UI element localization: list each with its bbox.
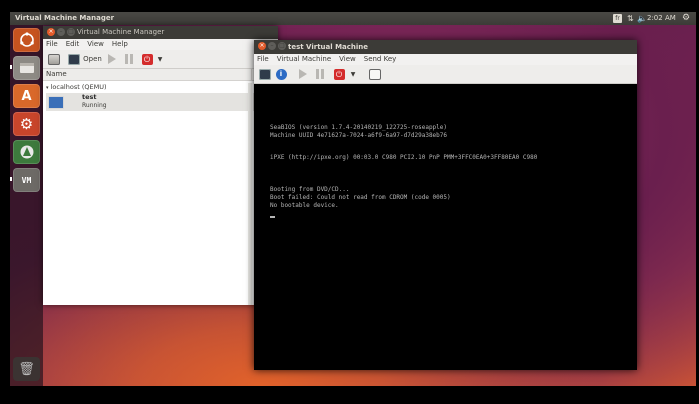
show-console-button[interactable] [258, 68, 272, 80]
pause-icon [125, 54, 133, 64]
minimize-icon[interactable]: – [268, 42, 276, 50]
chevron-down-icon: ▼ [157, 55, 163, 63]
vm-titlebar[interactable]: × – □ test Virtual Machine [254, 40, 637, 54]
menu-file[interactable]: File [46, 39, 58, 50]
vm-menu-virtual-machine[interactable]: Virtual Machine [277, 54, 331, 65]
vm-menubar: File Virtual Machine View Send Key [254, 54, 637, 65]
trash-icon[interactable]: 🗑 [13, 357, 40, 381]
console-line: Booting from DVD/CD... [270, 186, 350, 193]
play-icon [298, 69, 307, 79]
menu-view[interactable]: View [87, 39, 104, 50]
top-panel: Virtual Machine Manager fr ⇅ 🔈 2:02 AM ⚙ [10, 12, 696, 25]
power-icon: ⏻ [141, 53, 153, 65]
vm-window-title: test Virtual Machine [288, 43, 369, 51]
new-vm-button[interactable] [47, 53, 61, 65]
vm-menu-view[interactable]: View [339, 54, 356, 65]
console-line: Boot failed: Could not read from CDROM (… [270, 194, 451, 201]
files-icon[interactable] [13, 56, 40, 80]
console-line: Machine UUID 4e71627a-7024-a6f9-6a97-d7d… [270, 132, 448, 139]
launcher: A ⚙ VM [10, 25, 43, 386]
software-updater-icon[interactable] [13, 140, 40, 164]
column-name[interactable]: Name [46, 69, 67, 80]
virt-manager-icon[interactable]: VM [13, 168, 40, 192]
close-icon[interactable]: × [258, 42, 266, 50]
console-line: iPXE (http://ipxe.org) 00:03.0 C980 PCI2… [270, 154, 538, 161]
vm-list-scrollbar[interactable] [248, 83, 252, 305]
chevron-down-icon: ▼ [350, 70, 356, 78]
minimize-icon[interactable]: – [57, 28, 65, 36]
vmm-toolbar: Open ⏻ ▼ [43, 50, 278, 69]
host-connection-row[interactable]: ▾ localhost (QEMU) [43, 81, 278, 93]
fullscreen-button[interactable] [368, 68, 382, 80]
vmm-titlebar[interactable]: × – □ Virtual Machine Manager [43, 26, 278, 39]
vm-menu-send-key[interactable]: Send Key [364, 54, 397, 65]
show-details-button[interactable]: i [275, 68, 287, 80]
run-button[interactable] [105, 53, 117, 65]
new-vm-icon [48, 53, 60, 65]
keyboard-layout-indicator[interactable]: fr [613, 14, 622, 23]
info-icon: i [275, 68, 287, 80]
maximize-icon[interactable]: □ [67, 28, 75, 36]
play-icon [107, 54, 116, 64]
system-menu-gear-icon[interactable]: ⚙ [682, 12, 690, 25]
desktop: Virtual Machine Manager fr ⇅ 🔈 2:02 AM ⚙… [10, 12, 696, 386]
active-app-title: Virtual Machine Manager [15, 14, 115, 22]
pause-icon [316, 69, 324, 79]
console-cursor [270, 216, 275, 218]
vmm-menubar: File Edit View Help [43, 39, 278, 50]
system-settings-icon[interactable]: ⚙ [13, 112, 40, 136]
running-vm-icon [48, 96, 64, 109]
pause-button[interactable] [123, 53, 135, 65]
open-button[interactable]: Open [67, 53, 103, 65]
vm-menu-file[interactable]: File [257, 54, 269, 65]
vm-console-window: × – □ test Virtual Machine File Virtual … [254, 40, 637, 370]
maximize-icon[interactable]: □ [278, 42, 286, 50]
vm-state: Running [82, 102, 107, 109]
software-center-icon[interactable]: A [13, 84, 40, 108]
close-icon[interactable]: × [47, 28, 55, 36]
shutdown-button[interactable]: ⏻ [333, 68, 345, 80]
vmm-window-title: Virtual Machine Manager [77, 28, 165, 36]
dash-home-icon[interactable] [13, 28, 40, 52]
console-line: No bootable device. [270, 202, 339, 209]
shutdown-menu-dropdown[interactable]: ▼ [349, 68, 357, 80]
expander-icon[interactable]: ▾ [46, 85, 49, 91]
monitor-icon [68, 53, 81, 65]
vm-row[interactable]: test Running [46, 93, 248, 111]
vm-toolbar: i ⏻ ▼ [254, 65, 637, 84]
monitor-icon [259, 68, 271, 80]
power-icon: ⏻ [333, 68, 345, 80]
clock[interactable]: 2:02 AM [647, 12, 676, 25]
shutdown-menu-dropdown[interactable]: ▼ [156, 53, 164, 65]
network-icon[interactable]: ⇅ [627, 14, 634, 23]
open-label: Open [83, 55, 102, 63]
vm-list-header: Name CP [43, 69, 278, 81]
volume-icon[interactable]: 🔈 [637, 13, 647, 24]
vm-console-screen[interactable]: SeaBIOS (version 1.7.4-20140219_122725-r… [254, 84, 637, 370]
shutdown-button[interactable]: ⏻ [141, 53, 153, 65]
host-label: localhost (QEMU) [50, 83, 107, 91]
run-button[interactable] [296, 68, 308, 80]
menu-help[interactable]: Help [112, 39, 128, 50]
fullscreen-icon [369, 68, 381, 80]
vmm-window: × – □ Virtual Machine Manager File Edit … [43, 26, 278, 305]
pause-button[interactable] [314, 68, 326, 80]
menu-edit[interactable]: Edit [66, 39, 80, 50]
console-line: SeaBIOS (version 1.7.4-20140219_122725-r… [270, 124, 448, 131]
